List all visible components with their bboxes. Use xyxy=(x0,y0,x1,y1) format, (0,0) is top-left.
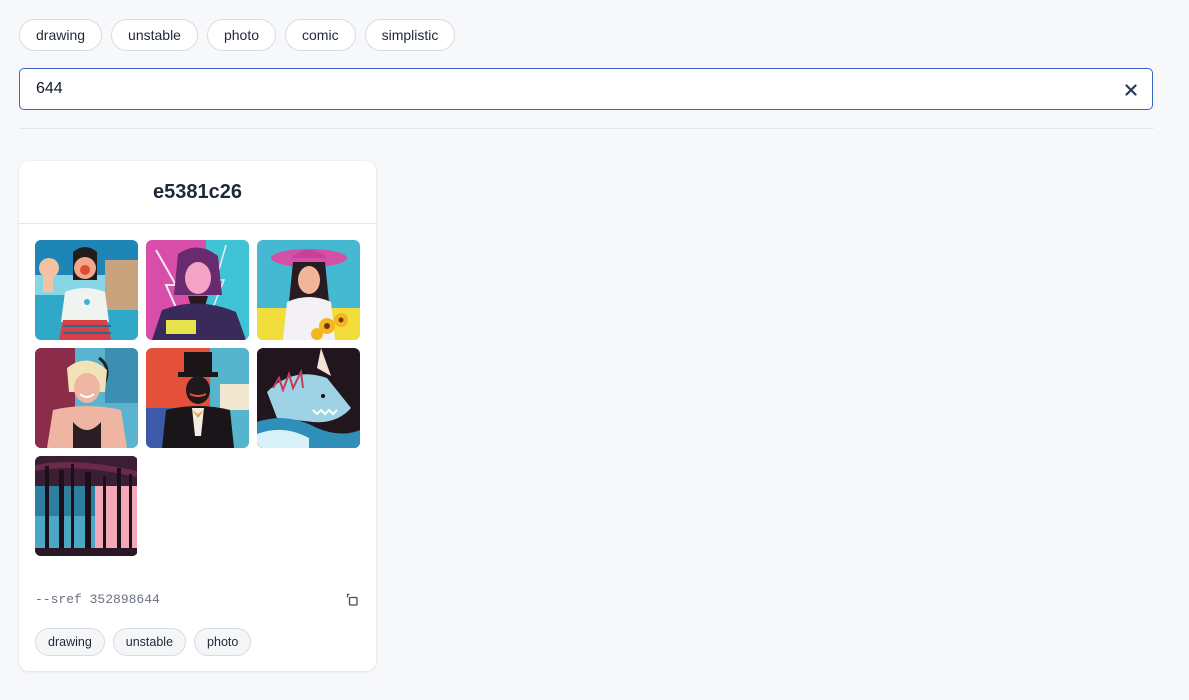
thumbnail-white-monster-waves[interactable] xyxy=(257,348,360,448)
filter-chip-drawing[interactable]: drawing xyxy=(19,19,103,51)
style-card: e5381c26 --sref 352898644 drawing unstab… xyxy=(19,161,376,671)
filter-chip-photo[interactable]: photo xyxy=(206,19,277,51)
card-tag-unstable[interactable]: unstable xyxy=(112,628,187,656)
clear-search-button[interactable] xyxy=(1123,82,1139,98)
thumbnail-smiling-blonde-woman[interactable] xyxy=(35,348,138,448)
filter-chip-unstable[interactable]: unstable xyxy=(111,19,198,51)
card-tag-drawing[interactable]: drawing xyxy=(35,628,105,656)
thumbnail-woman-lightning-portrait[interactable] xyxy=(146,240,249,340)
thumbnail-forest-trees-sunset[interactable] xyxy=(35,456,138,556)
search-box xyxy=(19,68,1153,110)
sref-row: --sref 352898644 xyxy=(35,590,360,610)
thumbnail-woman-waving-beach[interactable] xyxy=(35,240,138,340)
filter-chips: drawing unstable photo comic simplistic xyxy=(19,19,456,51)
image-woman-waving-beach xyxy=(35,240,138,340)
image-white-monster-waves xyxy=(257,348,360,448)
image-forest-trees-sunset xyxy=(35,456,138,556)
sref-code: --sref 352898644 xyxy=(35,592,160,607)
image-smiling-blonde-woman xyxy=(35,348,138,448)
thumbnail-man-top-hat[interactable] xyxy=(146,348,249,448)
card-title: e5381c26 xyxy=(19,161,376,224)
filter-chip-comic[interactable]: comic xyxy=(285,19,356,51)
filter-chip-simplistic[interactable]: simplistic xyxy=(364,19,456,51)
image-woman-lightning-portrait xyxy=(146,240,249,340)
image-woman-hat-sunflowers xyxy=(257,240,360,340)
divider xyxy=(19,128,1154,129)
close-icon xyxy=(1125,84,1137,96)
card-tag-photo[interactable]: photo xyxy=(194,628,252,656)
search-input[interactable] xyxy=(36,79,1106,99)
card-tags: drawing unstable photo xyxy=(35,628,252,656)
thumbnail-woman-hat-sunflowers[interactable] xyxy=(257,240,360,340)
copy-icon xyxy=(346,593,358,606)
image-man-top-hat xyxy=(146,348,249,448)
copy-sref-button[interactable] xyxy=(344,592,360,608)
